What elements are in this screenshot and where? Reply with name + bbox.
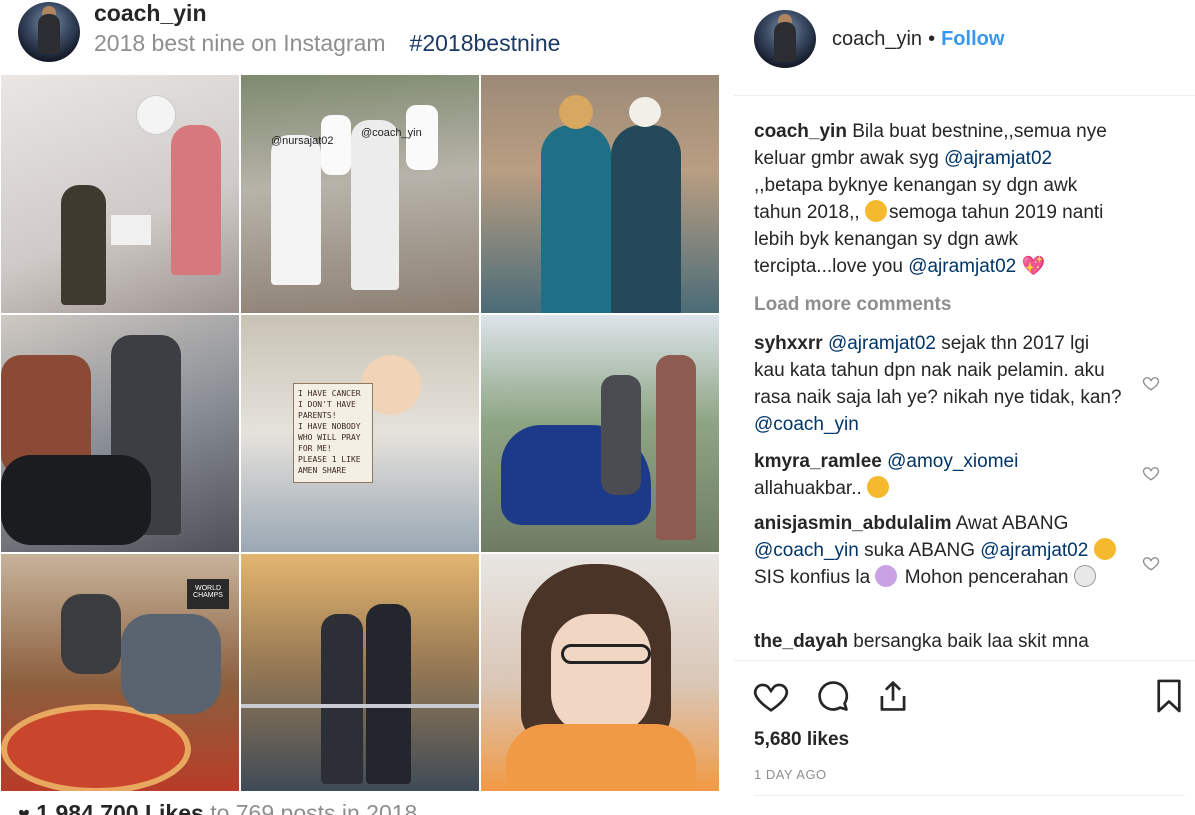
post-panel: coach_yin • Follow coach_yin Bila buat bes… xyxy=(734,0,1195,815)
grid-photo-cancer-sign: I HAVE CANCER I DON'T HAVE PARENTS! I HA… xyxy=(240,314,480,553)
comment-item: syhxxrr @ajramjat02 sejak thn 2017 lgi k… xyxy=(754,333,1122,435)
grid-photo-portrait xyxy=(480,553,720,792)
heart-emoji-icon: 💖 xyxy=(1021,256,1046,277)
grid-photo-yamaha xyxy=(480,314,720,553)
pensive-emoji-icon xyxy=(864,200,887,222)
caption-username[interactable]: coach_yin xyxy=(754,121,847,142)
image-caption-text: 2018 best nine on Instagram xyxy=(94,30,386,56)
post-username[interactable]: coach_yin xyxy=(832,28,922,50)
image-caption: 2018 best nine on Instagram #2018bestnine xyxy=(94,30,560,57)
grid-photo-airport xyxy=(240,553,480,792)
image-username: coach_yin xyxy=(94,0,207,26)
image-posts-total: to 769 posts in 2018 xyxy=(210,800,418,815)
best-nine-image: coach_yin 2018 best nine on Instagram #20… xyxy=(0,0,734,815)
post-timestamp[interactable]: 1 DAY AGO xyxy=(754,767,827,782)
divider xyxy=(754,795,1185,796)
grid-photo-wedding xyxy=(480,74,720,314)
follow-button[interactable]: Follow xyxy=(941,28,1004,50)
post-avatar[interactable] xyxy=(754,10,816,68)
comment-item: anisjasmin_abdulalim Awat ABANG @coach_y… xyxy=(754,510,1124,591)
separator-dot: • xyxy=(928,28,936,50)
comments-list: coach_yin Bila buat bestnine,,semua nye … xyxy=(734,110,1195,660)
like-comment-heart-icon[interactable] xyxy=(1142,374,1160,392)
post-user-line: coach_yin • Follow xyxy=(832,28,1004,51)
post-header: coach_yin • Follow xyxy=(734,0,1195,96)
cancer-sign: I HAVE CANCER I DON'T HAVE PARENTS! I HA… xyxy=(293,383,373,483)
photo-tag-nursajat: @nursajat02 xyxy=(271,135,334,147)
person-facepalm-emoji-icon xyxy=(875,565,898,587)
like-heart-icon[interactable] xyxy=(752,677,790,715)
sad-emoji-icon xyxy=(867,476,890,498)
grid-photo-proposal xyxy=(0,74,240,314)
image-hashtag: #2018bestnine xyxy=(409,30,561,56)
like-comment-heart-icon[interactable] xyxy=(1142,554,1160,572)
image-avatar xyxy=(18,2,80,62)
grid-photo-pizza: WORLD CHAMPS xyxy=(0,553,240,792)
post-actions: 5,680 likes 1 DAY AGO xyxy=(734,660,1195,815)
grid-photo-motorbike xyxy=(0,314,240,553)
photo-tag-coach: @coach_yin xyxy=(361,127,422,139)
image-heart-icon: ♥ xyxy=(18,804,30,815)
image-header: coach_yin 2018 best nine on Instagram #20… xyxy=(0,0,734,72)
like-comment-heart-icon[interactable] xyxy=(1142,464,1160,482)
likes-count[interactable]: 5,680 likes xyxy=(754,729,849,751)
photo-grid: @nursajat02 @coach_yin I HAVE CANCER I D… xyxy=(0,74,720,792)
ghost-emoji-icon xyxy=(1073,565,1096,587)
share-icon[interactable] xyxy=(874,677,912,715)
world-champs-sign: WORLD CHAMPS xyxy=(187,579,229,609)
post-caption: coach_yin Bila buat bestnine,,semua nye … xyxy=(754,121,1107,277)
load-more-comments[interactable]: Load more comments xyxy=(754,294,951,316)
image-likes-bar: ♥ 1,984,700 Likes to 769 posts in 2018 xyxy=(18,800,417,815)
image-likes-total: 1,984,700 Likes xyxy=(36,800,204,815)
comment-item: kmyra_ramlee @amoy_xiomei allahuakbar.. xyxy=(754,451,1019,499)
comment-icon[interactable] xyxy=(814,677,852,715)
caption-mention[interactable]: @ajramjat02 xyxy=(944,148,1052,169)
grid-photo-family: @nursajat02 @coach_yin xyxy=(240,74,480,314)
comment-item: the_dayah bersangka baik laa skit mna xyxy=(754,631,1089,652)
laughing-emoji-icon xyxy=(1093,538,1116,560)
save-bookmark-icon[interactable] xyxy=(1150,677,1188,715)
caption-mention-2[interactable]: @ajramjat02 xyxy=(908,256,1016,277)
